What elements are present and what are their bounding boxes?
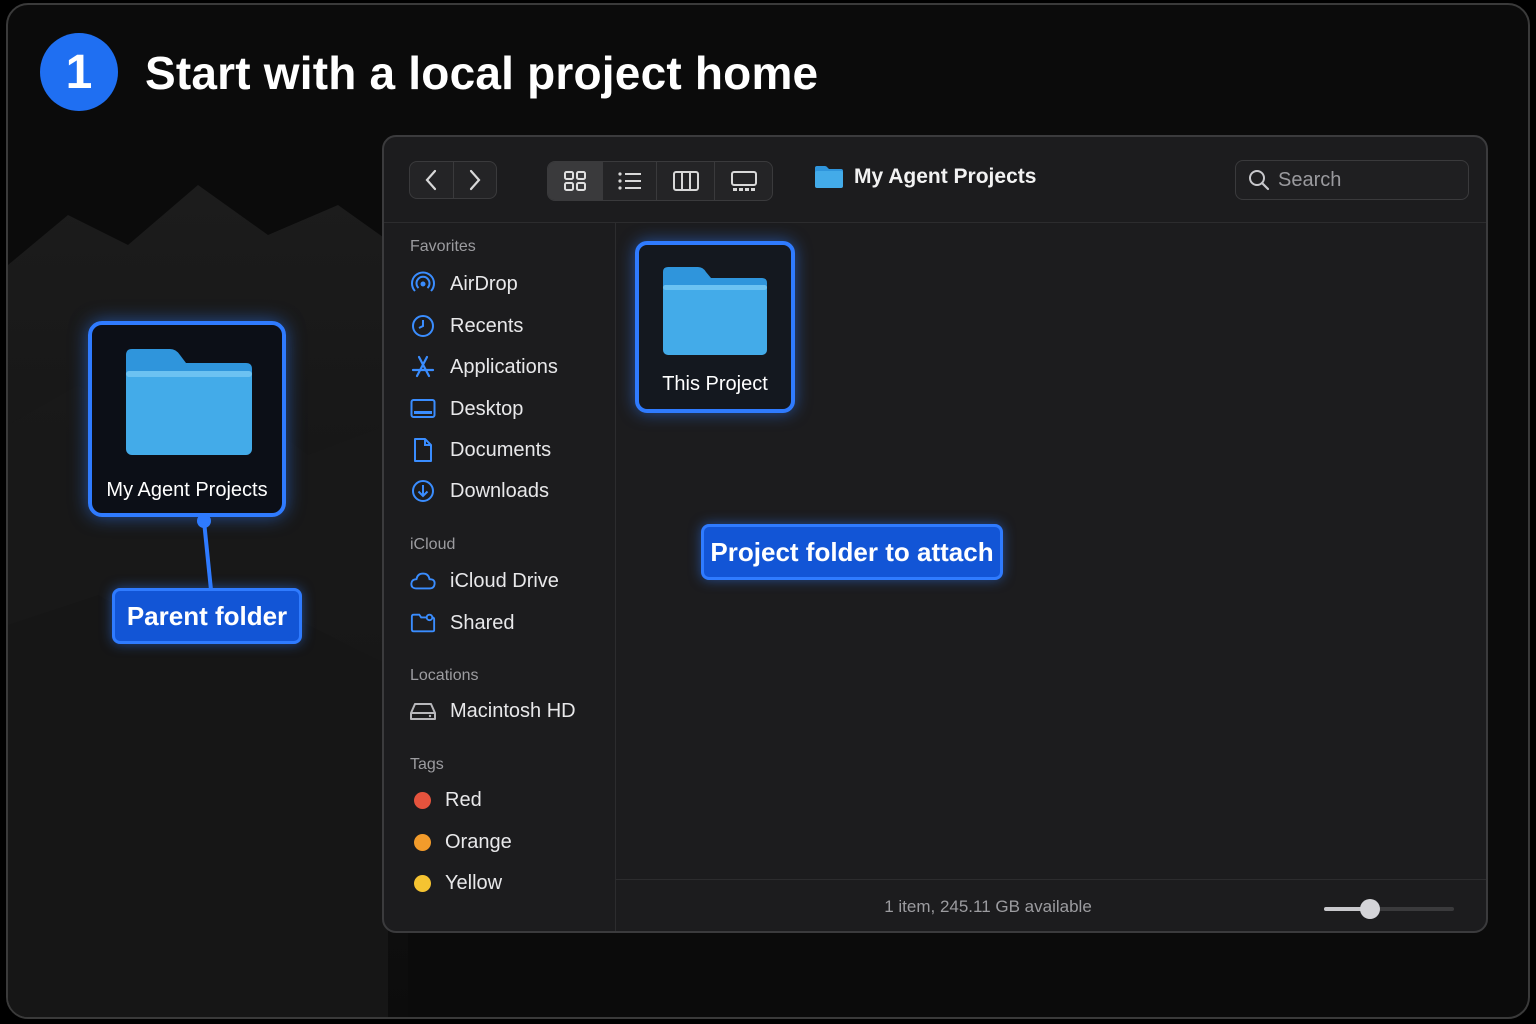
chevron-right-icon <box>469 169 481 191</box>
shared-folder-icon <box>410 610 436 636</box>
sidebar-item-icloud-drive[interactable]: iCloud Drive <box>410 566 559 596</box>
step-title: Start with a local project home <box>145 47 819 99</box>
sidebar-item-documents[interactable]: Documents <box>410 435 551 465</box>
document-icon <box>410 437 436 463</box>
grid-icon <box>564 171 586 191</box>
sidebar-item-label: Downloads <box>450 479 549 502</box>
sidebar-item-macintosh-hd[interactable]: Macintosh HD <box>410 696 576 726</box>
finder-status-bar: 1 item, 245.11 GB available <box>616 879 1486 931</box>
favorites-header: Favorites <box>410 238 476 255</box>
back-button[interactable] <box>410 162 453 198</box>
airdrop-icon <box>410 271 436 297</box>
step-number-badge: 1 <box>40 33 118 111</box>
project-folder-item[interactable]: This Project <box>635 241 795 413</box>
icon-size-slider-knob[interactable] <box>1359 899 1380 919</box>
search-icon <box>1249 170 1270 191</box>
sidebar-item-label: Applications <box>450 355 558 378</box>
sidebar-item-label: Shared <box>450 611 515 634</box>
applications-icon <box>410 354 436 380</box>
parent-folder-callout: Parent folder <box>112 588 302 644</box>
sidebar-item-recents[interactable]: Recents <box>410 311 523 341</box>
parent-folder-label: My Agent Projects <box>106 479 268 501</box>
project-folder-callout: Project folder to attach <box>701 524 1003 580</box>
list-icon <box>617 172 641 190</box>
status-text: 1 item, 245.11 GB available <box>884 897 1092 916</box>
search-input[interactable] <box>1278 168 1458 192</box>
sidebar-tag-red[interactable]: Red <box>410 785 482 815</box>
forward-button[interactable] <box>452 162 497 198</box>
sidebar-item-airdrop[interactable]: AirDrop <box>410 269 518 299</box>
hard-drive-icon <box>410 698 436 724</box>
sidebar-item-label: Desktop <box>450 397 524 420</box>
chevron-left-icon <box>425 169 437 191</box>
sidebar-item-label: Red <box>445 788 482 811</box>
view-mode-switcher <box>547 161 773 201</box>
sidebar-item-label: Macintosh HD <box>450 699 576 722</box>
parent-folder-card[interactable]: My Agent Projects <box>88 321 286 517</box>
list-view-button[interactable] <box>602 162 656 200</box>
clock-icon <box>410 313 436 339</box>
current-folder-name: My Agent Projects <box>854 165 1037 188</box>
tag-color-dot <box>414 874 431 892</box>
tags-header: Tags <box>410 756 444 773</box>
finder-toolbar: My Agent Projects <box>384 137 1486 223</box>
gallery-view-button[interactable] <box>714 162 772 200</box>
sidebar-tag-orange[interactable]: Orange <box>410 827 512 857</box>
sidebar-item-applications[interactable]: Applications <box>410 352 558 382</box>
folder-icon <box>815 166 843 188</box>
sidebar-item-downloads[interactable]: Downloads <box>410 476 549 506</box>
navigation-buttons <box>409 161 497 199</box>
tag-color-dot <box>414 833 431 851</box>
folder-icon <box>660 267 770 357</box>
gallery-icon <box>730 171 757 191</box>
project-folder-label: This Project <box>662 373 768 395</box>
columns-icon <box>672 171 699 191</box>
tag-color-dot <box>414 791 431 809</box>
sidebar-item-label: Documents <box>450 438 552 461</box>
icon-size-slider[interactable] <box>1324 899 1454 919</box>
sidebar-item-desktop[interactable]: Desktop <box>410 394 523 424</box>
desktop-icon <box>410 396 436 422</box>
current-folder-title: My Agent Projects <box>814 165 1036 189</box>
column-view-button[interactable] <box>656 162 714 200</box>
locations-header: Locations <box>410 667 479 684</box>
sidebar-tag-yellow[interactable]: Yellow <box>410 868 502 898</box>
sidebar-item-shared[interactable]: Shared <box>410 608 515 638</box>
folder-icon <box>122 349 256 459</box>
sidebar-item-label: Yellow <box>445 871 503 894</box>
sidebar-item-label: Recents <box>450 314 524 337</box>
icloud-header: iCloud <box>410 536 456 553</box>
search-field[interactable] <box>1235 160 1469 200</box>
sidebar-item-label: AirDrop <box>450 272 518 295</box>
sidebar-item-label: iCloud Drive <box>450 569 559 592</box>
sidebar-item-label: Orange <box>445 830 512 853</box>
icon-view-button[interactable] <box>548 162 602 200</box>
finder-sidebar: Favorites AirDrop Recents Applications D… <box>384 223 616 931</box>
download-icon <box>410 478 436 504</box>
cloud-icon <box>410 568 436 594</box>
